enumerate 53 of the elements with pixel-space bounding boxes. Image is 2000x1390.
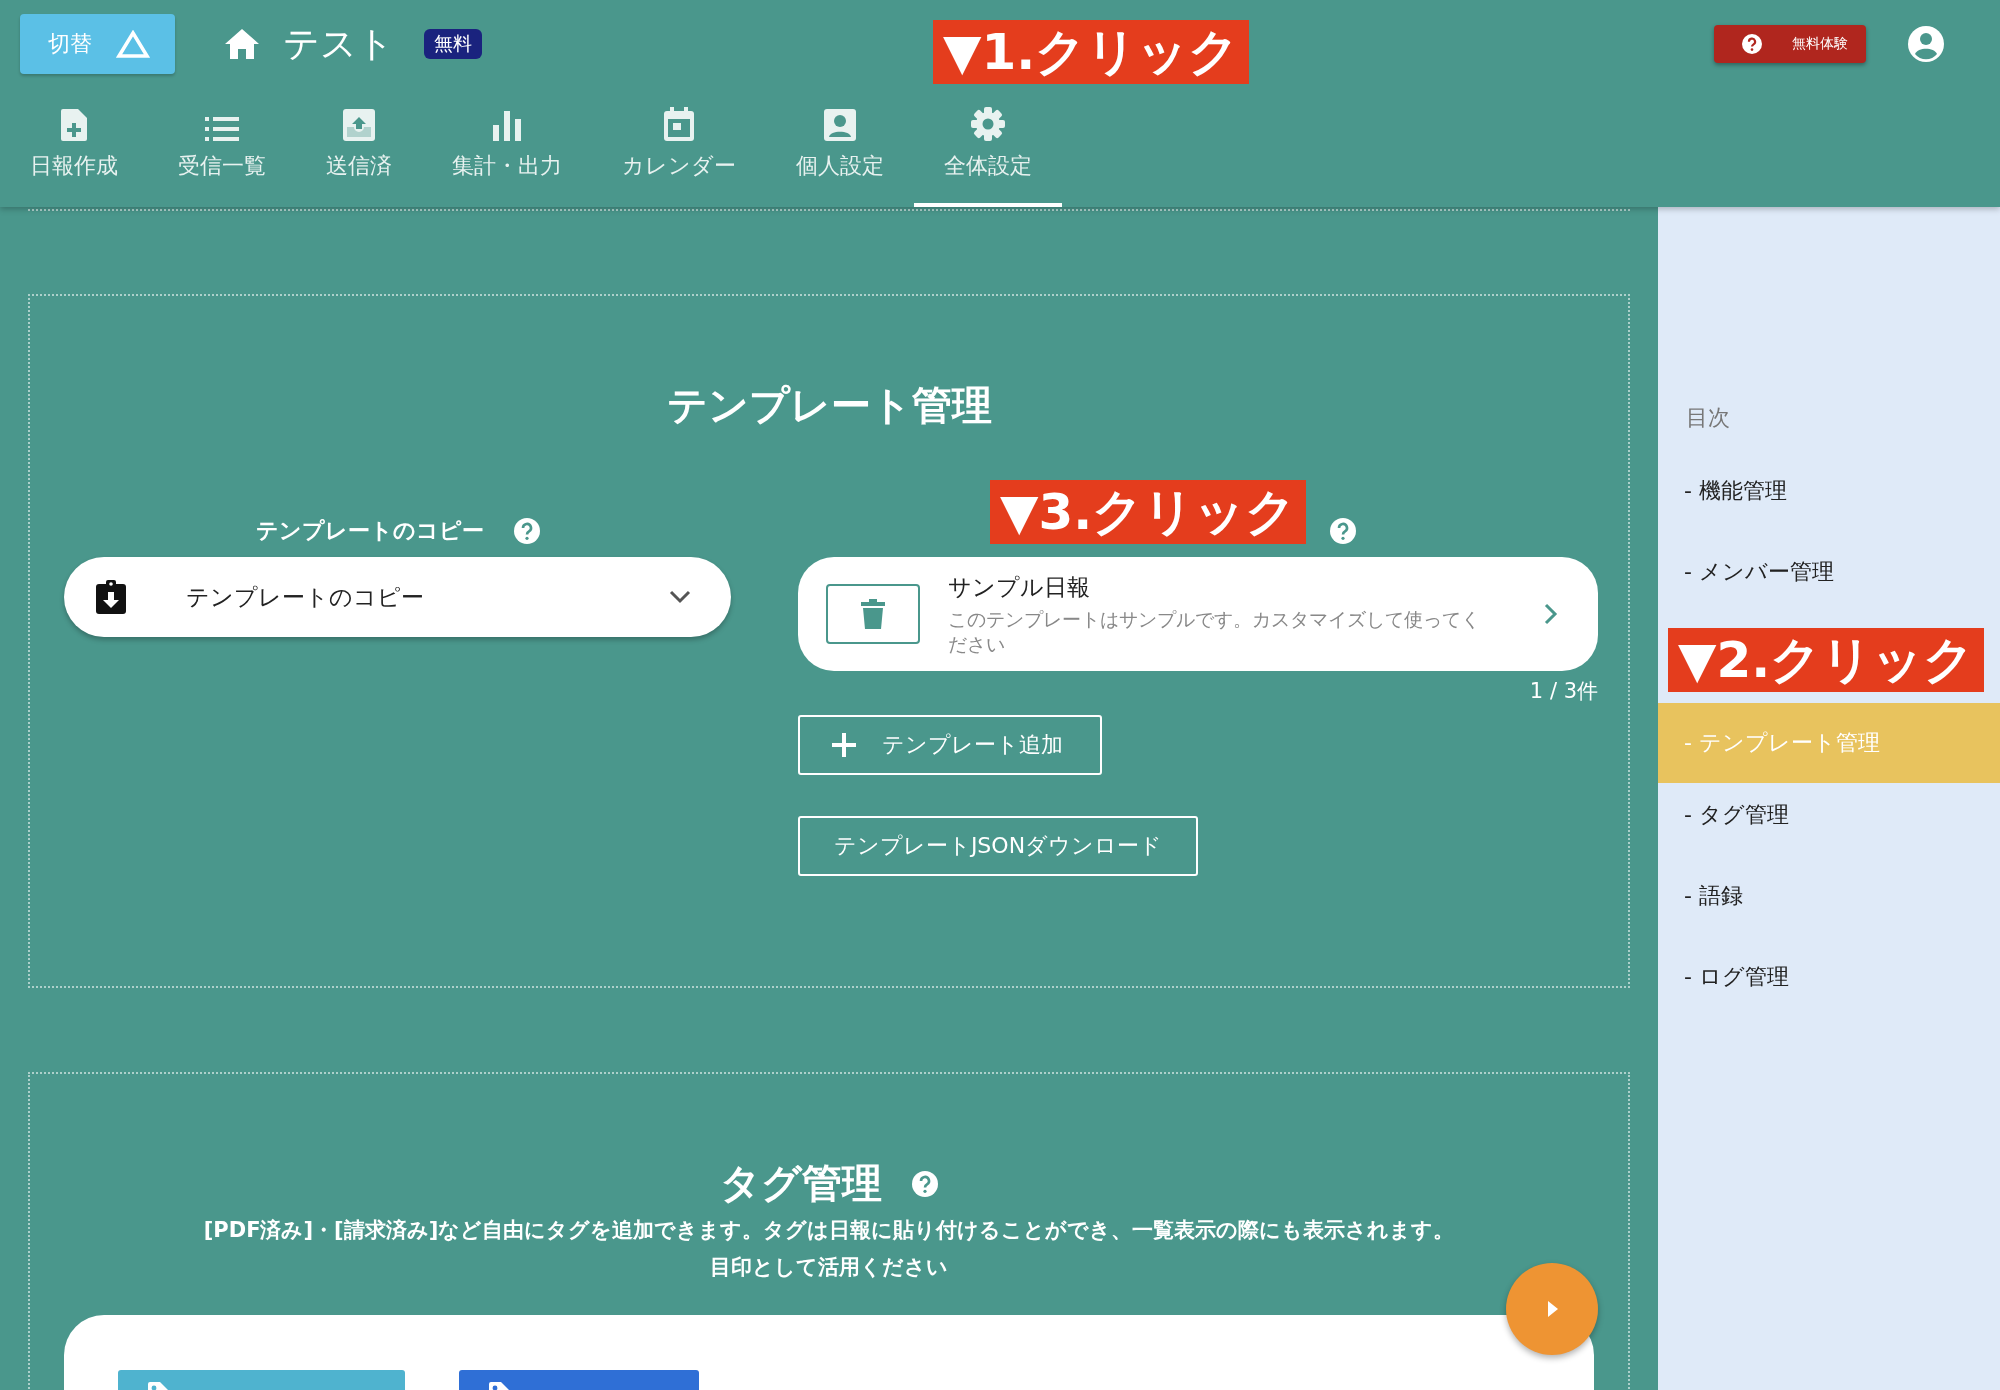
section-description: 目印として活用ください xyxy=(709,1254,949,1281)
inbox-upload-icon xyxy=(343,109,375,141)
help-icon[interactable] xyxy=(513,518,540,544)
click-annotation: ▼1.クリック xyxy=(933,20,1250,84)
template-name: サンプル日報 xyxy=(948,572,1091,602)
click-annotation: ▼2.クリック xyxy=(1668,628,1985,692)
section-title: タグ管理 xyxy=(720,1159,882,1208)
plan-badge: 無料 xyxy=(424,29,482,59)
toc-item[interactable]: - ログ管理 xyxy=(1658,945,2000,1009)
nav-tab[interactable]: 集計・出力 xyxy=(422,88,592,207)
section-description: [PDF済み]・[請求済み]など自由にタグを追加できます。タグは日報に貼り付けることができ、一覧表示の際にも表示されます。 xyxy=(202,1217,1456,1244)
chevron-right-icon xyxy=(1544,603,1558,625)
next-button[interactable] xyxy=(1506,1263,1598,1355)
person-card-icon xyxy=(824,109,856,141)
app-title: テスト xyxy=(283,21,394,66)
toc-item[interactable]: - タグ管理 xyxy=(1658,783,2000,847)
home-icon[interactable] xyxy=(225,29,259,59)
nav-tab[interactable]: 受信一覧 xyxy=(148,88,296,207)
trash-icon xyxy=(861,599,885,629)
download-json-button[interactable]: テンプレートJSONダウンロード xyxy=(798,816,1198,876)
play-icon xyxy=(1546,1301,1558,1317)
plus-icon xyxy=(832,733,856,757)
click-annotation: ▼3.クリック xyxy=(990,480,1307,544)
nav-tab[interactable]: 全体設定 xyxy=(914,88,1062,207)
help-icon[interactable] xyxy=(1330,518,1356,544)
nav-tab[interactable]: 送信済 xyxy=(296,88,422,207)
help-icon[interactable] xyxy=(912,1170,938,1197)
nav-tab[interactable]: 個人設定 xyxy=(766,88,914,207)
toc-title: 目次 xyxy=(1685,404,1731,432)
clipboard-download-icon xyxy=(96,580,126,614)
template-card[interactable]: サンプル日報 このテンプレートはサンプルです。カスタマイズして使ってください xyxy=(798,557,1598,671)
template-copy-select[interactable]: テンプレートのコピー xyxy=(64,557,731,637)
template-count: 1 / 3件 xyxy=(1528,678,1598,705)
bar-chart-icon xyxy=(493,111,521,141)
nav-tab[interactable]: カレンダー xyxy=(592,88,766,207)
switch-button[interactable]: 切替 xyxy=(20,14,175,74)
section-title: テンプレート管理 xyxy=(665,381,993,430)
triangle-icon xyxy=(116,30,150,58)
delete-button[interactable] xyxy=(826,584,920,644)
field-label: テンプレートのコピー xyxy=(255,517,484,545)
free-trial-button[interactable]: 無料体験 xyxy=(1714,25,1866,63)
account-icon[interactable] xyxy=(1908,26,1944,62)
help-icon xyxy=(1742,34,1762,54)
nav-tab[interactable]: 日報作成 xyxy=(0,88,148,207)
document-plus-icon xyxy=(61,109,87,141)
chevron-down-icon xyxy=(669,590,691,604)
list-icon xyxy=(205,117,239,141)
calendar-icon xyxy=(664,107,694,141)
toc-item[interactable]: - 機能管理 xyxy=(1658,459,2000,523)
toc-item[interactable]: - メンバー管理 xyxy=(1658,540,2000,604)
toc-item[interactable]: - 語録 xyxy=(1658,864,2000,928)
template-description: このテンプレートはサンプルです。カスタマイズして使ってください xyxy=(948,606,1481,657)
add-template-button[interactable]: テンプレート追加 xyxy=(798,715,1102,775)
